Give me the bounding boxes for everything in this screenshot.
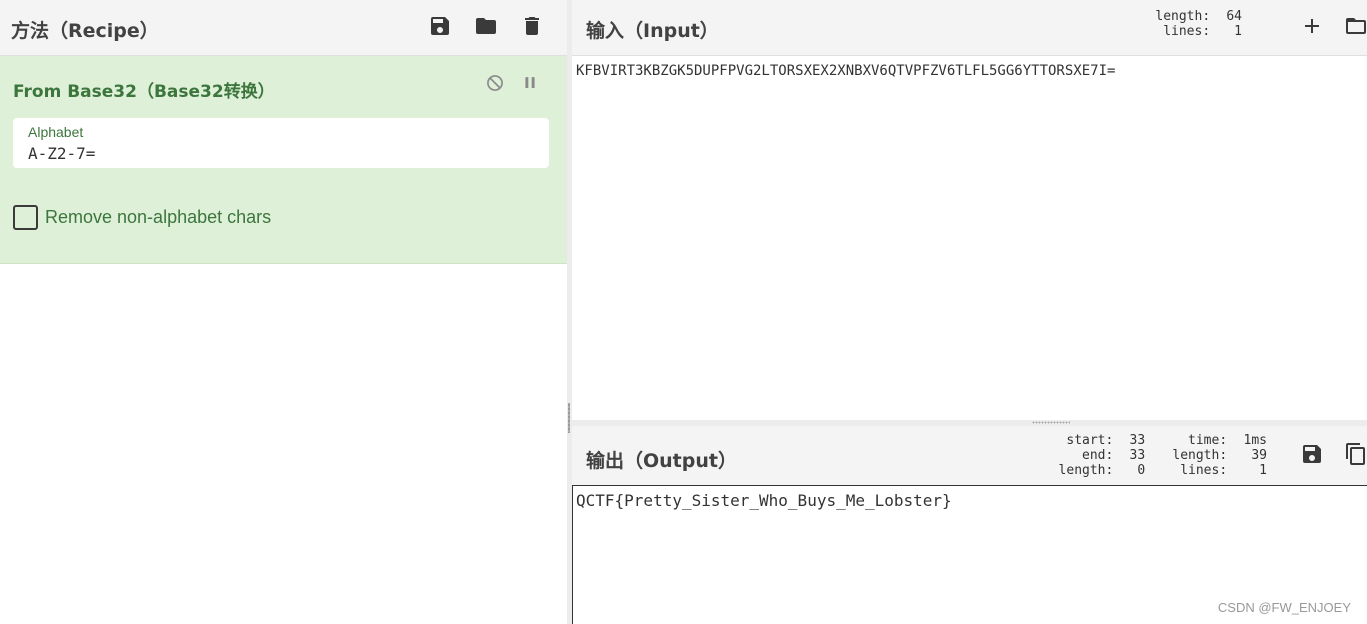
recipe-title: 方法（Recipe） <box>11 20 159 42</box>
save-recipe-button[interactable] <box>426 12 454 40</box>
output-title: 输出（Output） <box>586 450 737 472</box>
alphabet-input[interactable] <box>28 142 528 164</box>
input-textarea[interactable]: KFBVIRT3KBZGK5DUPFPVG2LTORSXEX2XNBXV6QTV… <box>576 63 1115 79</box>
copy-output-button[interactable] <box>1342 440 1367 468</box>
input-header: 输入（Input） length: 64 lines: 1 <box>572 0 1367 56</box>
input-stat-lines: lines: 1 <box>1163 24 1242 39</box>
save-icon <box>1303 445 1321 463</box>
output-stat-row: start: 33 time: 1ms <box>1066 433 1267 448</box>
output-stats: start: 33 time: 1ms end: 33 length: 39 len… <box>1059 433 1267 478</box>
alphabet-label: Alphabet <box>28 124 84 140</box>
alphabet-argument: Alphabet <box>13 118 549 168</box>
open-input-file-button[interactable] <box>1342 12 1367 40</box>
output-stat-row: length: 0 lines: 1 <box>1058 463 1267 478</box>
disable-operation-button[interactable] <box>484 72 506 94</box>
gutter-grip <box>1032 421 1070 424</box>
save-icon <box>431 17 449 35</box>
folder-icon <box>1346 18 1366 34</box>
recipe-header: 方法（Recipe） <box>0 0 567 56</box>
copy-icon <box>1346 443 1365 465</box>
output-border <box>572 486 573 624</box>
output-header: 输出（Output） start: 33 time: 1ms end: 33 len… <box>572 426 1367 486</box>
input-title: 输入（Input） <box>586 20 719 42</box>
input-stat-length: length: 64 <box>1155 9 1242 24</box>
plus-icon <box>1305 19 1319 33</box>
input-pane: 输入（Input） length: 64 lines: 1 KFBVIRT3KB… <box>572 0 1367 420</box>
gutter-grip <box>568 403 570 433</box>
watermark: CSDN @FW_ENJOEY <box>1217 600 1351 615</box>
clear-recipe-button[interactable] <box>518 12 546 40</box>
operation-title: From Base32（Base32转换） <box>13 82 275 102</box>
recipe-pane: 方法（Recipe） From Base32（Base32转换） Alphabe… <box>0 0 567 624</box>
operation-from-base32[interactable]: From Base32（Base32转换） Alphabet Remove no… <box>0 56 567 264</box>
pause-icon <box>525 77 535 88</box>
load-recipe-button[interactable] <box>472 12 500 40</box>
remove-non-alphabet-checkbox[interactable] <box>13 204 38 230</box>
folder-icon <box>476 18 496 34</box>
remove-non-alphabet-option[interactable]: Remove non-alphabet chars <box>13 204 271 230</box>
output-text[interactable]: QCTF{Pretty_Sister_Who_Buys_Me_Lobster} <box>576 491 952 510</box>
output-stat-row: end: 33 length: 39 <box>1082 448 1267 463</box>
input-stats: length: 64 lines: 1 <box>1155 9 1242 39</box>
disable-icon <box>487 75 503 91</box>
output-pane: 输出（Output） start: 33 time: 1ms end: 33 len… <box>572 426 1367 624</box>
add-input-tab-button[interactable] <box>1298 12 1326 40</box>
save-output-button[interactable] <box>1298 440 1326 468</box>
remove-non-alphabet-label: Remove non-alphabet chars <box>45 206 272 227</box>
pause-operation-button[interactable] <box>519 72 541 94</box>
trash-icon <box>525 17 539 35</box>
